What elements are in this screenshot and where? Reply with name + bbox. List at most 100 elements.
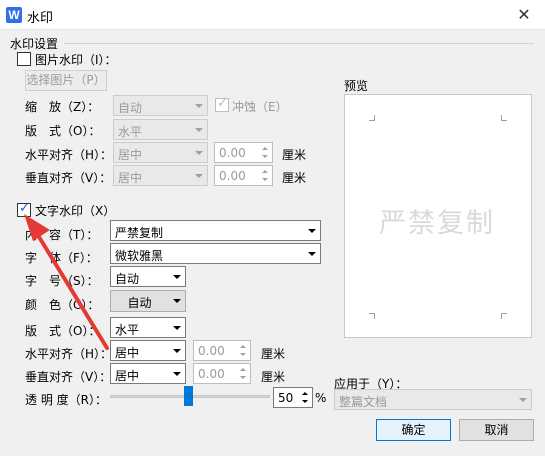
text-layout-label: 版 式（O）： xyxy=(25,324,101,338)
preview-page: 严禁复制 xyxy=(344,94,532,338)
content-value: 严禁复制 xyxy=(115,226,164,240)
font-value: 微软雅黑 xyxy=(115,249,164,263)
size-select[interactable]: 自动 xyxy=(110,266,186,287)
color-picker-button[interactable]: 自动 xyxy=(110,290,186,312)
spin-up-icon[interactable] xyxy=(260,144,271,153)
color-value: 自动 xyxy=(127,296,152,310)
content-label-prefix: 内 xyxy=(25,228,50,242)
image-scale-label: 缩 放（Z）： xyxy=(25,100,100,114)
image-v-offset-value: 0.00 xyxy=(219,169,246,183)
chevron-down-icon xyxy=(190,166,207,185)
checkmark-icon: ✓ xyxy=(217,96,228,111)
image-h-align-label: 水平对齐（H）： xyxy=(25,148,113,162)
text-v-offset-value: 0.00 xyxy=(198,367,225,381)
transparency-label: 透 明 度（R）： xyxy=(25,393,107,407)
text-h-offset-spinner[interactable]: 0.00 xyxy=(193,340,251,361)
spin-up-icon[interactable] xyxy=(260,167,271,176)
image-h-align-select[interactable]: 居中 xyxy=(113,142,208,163)
size-label-text: 号（S）： xyxy=(49,274,99,288)
image-v-offset-spinner[interactable]: 0.00 xyxy=(214,165,273,186)
cancel-button[interactable]: 取消 xyxy=(459,419,534,441)
transparency-spinner[interactable]: 50 xyxy=(273,387,313,408)
chevron-down-icon xyxy=(168,364,185,383)
image-v-align-value: 居中 xyxy=(118,171,143,185)
chevron-down-icon xyxy=(303,244,320,263)
spin-down-icon[interactable] xyxy=(260,153,271,162)
image-h-align-value: 居中 xyxy=(118,148,143,162)
color-label-prefix: 颜 xyxy=(25,298,50,312)
font-label-prefix: 字 xyxy=(25,251,50,265)
select-image-button[interactable]: 选择图片（P） xyxy=(25,70,107,91)
image-v-unit: 厘米 xyxy=(282,171,307,185)
text-v-offset-spinner[interactable]: 0.00 xyxy=(193,363,251,384)
page-corner-mark xyxy=(501,115,507,121)
apply-to-value: 整篇文档 xyxy=(339,395,388,409)
window-title: 水印 xyxy=(27,11,54,26)
font-select[interactable]: 微软雅黑 xyxy=(110,243,321,264)
font-label-text: 体（F）： xyxy=(49,251,98,265)
size-value: 自动 xyxy=(115,272,140,286)
chevron-down-icon xyxy=(190,120,207,139)
close-button[interactable]: ✕ xyxy=(503,0,545,30)
image-h-unit: 厘米 xyxy=(282,148,307,162)
text-v-align-select[interactable]: 居中 xyxy=(110,363,186,384)
chevron-down-icon xyxy=(168,267,185,286)
page-corner-mark xyxy=(501,313,507,319)
chevron-down-icon xyxy=(168,318,185,337)
section-divider xyxy=(64,43,534,44)
washout-checkbox[interactable]: ✓ xyxy=(215,96,229,112)
chevron-down-icon xyxy=(303,221,320,240)
spin-up-icon[interactable] xyxy=(238,365,249,374)
text-watermark-checkbox[interactable]: ✓ xyxy=(17,201,31,217)
size-label: 字 号（S）： xyxy=(25,272,99,289)
wps-app-icon: W xyxy=(6,7,22,23)
preview-watermark-text: 严禁复制 xyxy=(379,208,495,239)
transparency-slider-thumb[interactable] xyxy=(184,386,193,406)
spin-up-icon[interactable] xyxy=(300,389,311,398)
content-label: 内 容（T）： xyxy=(25,226,98,243)
image-v-align-label: 垂直对齐（V）： xyxy=(25,171,112,185)
spin-down-icon[interactable] xyxy=(260,176,271,185)
ok-button[interactable]: 确定 xyxy=(376,419,451,441)
image-v-align-select[interactable]: 居中 xyxy=(113,165,208,186)
text-h-offset-value: 0.00 xyxy=(198,344,225,358)
image-scale-select[interactable]: 自动 xyxy=(113,95,208,116)
spin-down-icon[interactable] xyxy=(300,398,311,407)
image-layout-value: 水平 xyxy=(118,125,143,139)
chevron-down-icon xyxy=(190,96,207,115)
chevron-down-icon xyxy=(190,143,207,162)
image-watermark-label: 图片水印（I）： xyxy=(35,53,117,67)
content-select[interactable]: 严禁复制 xyxy=(110,220,321,241)
title-bar xyxy=(0,0,545,30)
image-watermark-checkbox[interactable] xyxy=(17,52,31,66)
spin-up-icon[interactable] xyxy=(238,342,249,351)
text-layout-value: 水平 xyxy=(115,323,140,337)
text-layout-select[interactable]: 水平 xyxy=(110,317,186,338)
washout-label: 冲蚀（E） xyxy=(232,100,288,114)
content-label-text: 容（T）： xyxy=(49,228,99,242)
checkmark-icon: ✓ xyxy=(19,201,30,216)
image-h-offset-spinner[interactable]: 0.00 xyxy=(214,142,273,163)
text-h-align-label: 水平对齐（H）： xyxy=(25,347,113,361)
image-scale-value: 自动 xyxy=(118,101,143,115)
page-corner-mark xyxy=(369,115,375,121)
text-h-align-select[interactable]: 居中 xyxy=(110,340,186,361)
text-v-align-label: 垂直对齐（V）： xyxy=(25,370,112,384)
preview-label: 预览 xyxy=(344,79,369,93)
font-label: 字 体（F）： xyxy=(25,249,98,266)
section-title: 水印设置 xyxy=(10,37,59,51)
spin-down-icon[interactable] xyxy=(238,374,249,383)
text-v-align-value: 居中 xyxy=(115,369,140,383)
text-v-unit: 厘米 xyxy=(261,370,286,384)
image-h-offset-value: 0.00 xyxy=(219,146,246,160)
transparency-value: 50 xyxy=(278,391,294,405)
size-label-prefix: 字 xyxy=(25,274,50,288)
chevron-down-icon xyxy=(168,341,185,360)
text-h-align-value: 居中 xyxy=(115,346,140,360)
text-h-unit: 厘米 xyxy=(261,347,286,361)
apply-to-select[interactable]: 整篇文档 xyxy=(334,389,532,410)
chevron-down-icon xyxy=(168,291,185,310)
image-layout-select[interactable]: 水平 xyxy=(113,119,208,140)
spin-down-icon[interactable] xyxy=(238,351,249,360)
image-layout-label: 版 式（O）： xyxy=(25,124,101,138)
